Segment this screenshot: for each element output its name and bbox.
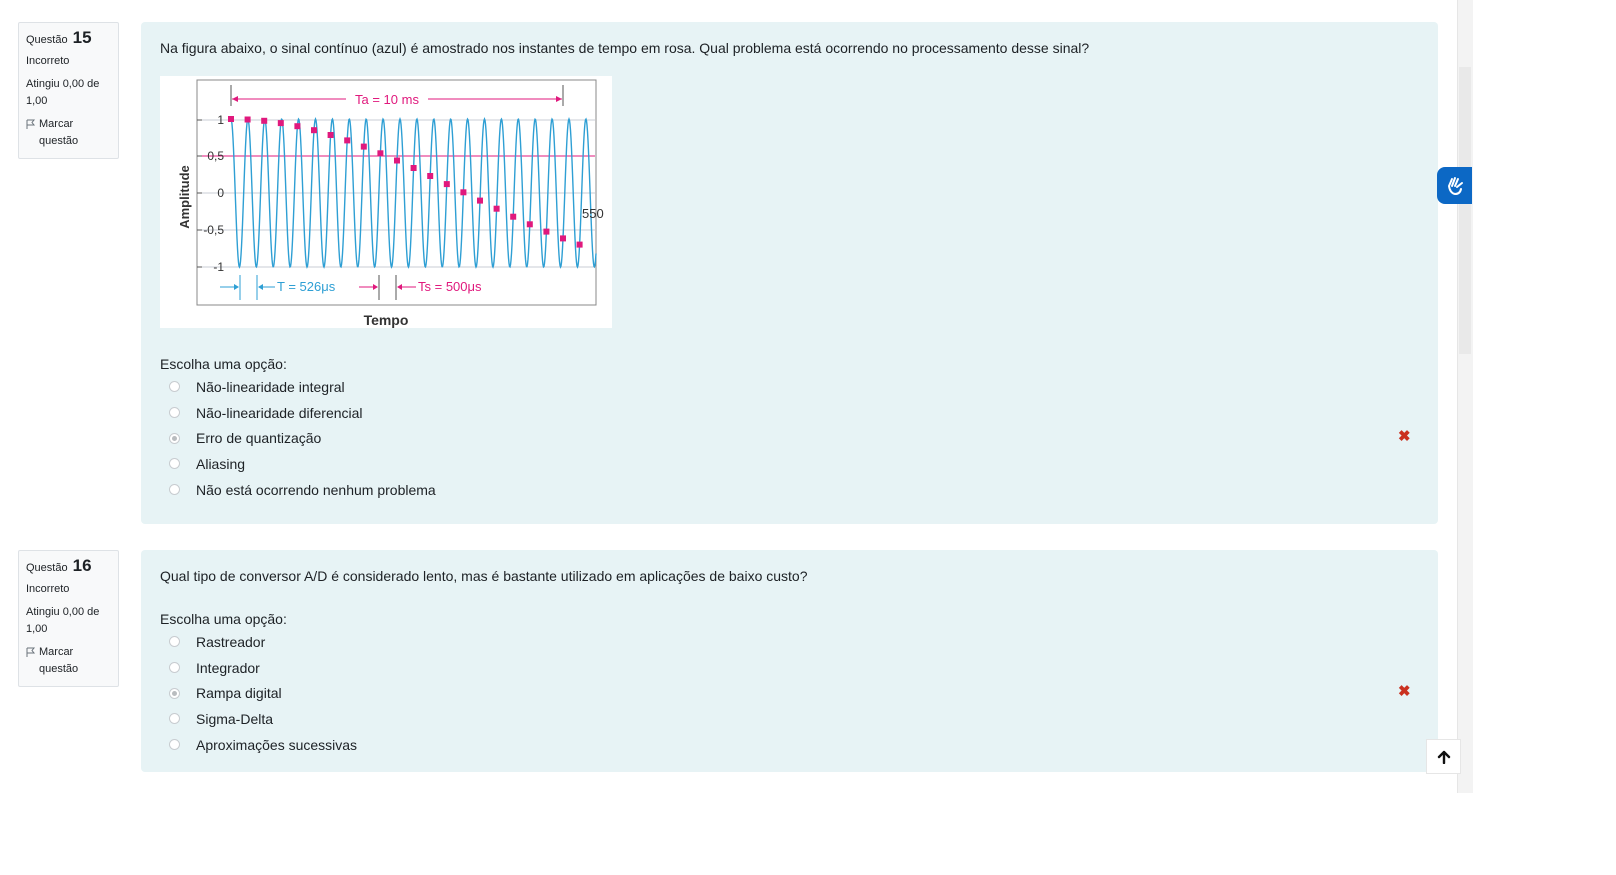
ts-label: Ts = 500μs [418,279,482,294]
answer-option-label: Integrador [196,659,260,676]
flag-question-link[interactable]: Marcar questão [26,644,111,678]
back-to-top-button[interactable] [1426,739,1461,774]
t-label: T = 526μs [277,279,336,294]
sample-point [327,132,334,138]
y-tick-label: -1 [213,260,224,274]
sample-point [576,241,583,248]
sample-point [360,143,367,150]
sample-point [560,235,566,242]
answer-option-label: Erro de quantização [196,430,322,447]
y-tick-label: 0,5 [207,149,224,163]
answer-option[interactable]: Não está ocorrendo nenhum problema [160,477,1419,503]
sample-point [410,165,417,171]
sample-point [294,123,301,130]
end-label: 550 [582,206,604,221]
sample-point [244,116,251,123]
sample-point [460,189,467,196]
question-info-15: Questão 15 Incorreto Atingiu 0,00 de 1,0… [18,22,119,159]
x-axis-label: Tempo [364,312,409,328]
radio-button[interactable] [169,458,180,470]
y-axis-label: Amplitude [177,165,192,229]
sample-point [427,173,434,179]
signal-figure: 1 0,5 0 -0,5 -1 Ta = 10 ms T = 526μs Ts = 50… [160,76,612,328]
answer-option[interactable]: Sigma-Delta [160,706,1419,732]
sample-point [443,181,450,188]
question-text: Qual tipo de conversor A/D é considerado… [160,568,808,584]
sample-point [261,117,268,124]
answer-options: Rastreador Integrador Rampa digital ✖ Sigma-… [160,629,1419,757]
sample-point [277,120,284,127]
radio-button[interactable] [169,739,180,751]
sample-point [394,157,400,164]
arrow-up-icon [1437,750,1450,764]
sample-point [526,221,533,228]
radio-button[interactable] [169,432,180,444]
radio-button[interactable] [169,662,180,674]
question-state: Incorreto [26,583,70,595]
question-state: Incorreto [26,55,70,67]
answer-option-label: Não está ocorrendo nenhum problema [196,481,436,498]
answer-option-label: Rastreador [196,633,266,650]
hand-sign-icon [1447,176,1463,195]
sample-point [510,213,517,220]
sample-point [477,197,483,204]
answer-option-label: Sigma-Delta [196,710,274,727]
scrollbar-thumb[interactable] [1459,67,1471,354]
radio-button[interactable] [169,687,180,699]
y-tick-label: 1 [217,113,224,127]
answer-option-label: Aproximações sucessivas [196,736,358,753]
sample-point [344,137,351,144]
sample-point [377,150,384,157]
cross-icon: ✖ [1398,428,1411,446]
answer-option[interactable]: Não-linearidade integral [160,374,1419,400]
answer-option-label: Não-linearidade diferencial [196,404,363,421]
question-grade: Atingiu 0,00 de 1,00 [26,606,100,635]
answer-option-label: Rampa digital [196,685,282,702]
answer-option[interactable]: Aliasing [160,451,1419,477]
radio-button[interactable] [169,713,180,725]
answer-option-label: Não-linearidade integral [196,378,345,395]
sample-point [311,127,317,134]
answer-option-label: Aliasing [196,455,246,472]
question-16-content: Qual tipo de conversor A/D é considerado… [141,550,1438,772]
radio-button[interactable] [169,381,180,393]
answer-option[interactable]: Integrador [160,655,1419,681]
question-number: Questão 16 [26,556,92,575]
question-text: Na figura abaixo, o sinal contínuo (azul… [160,40,1090,56]
question-number: Questão 15 [26,28,92,47]
answer-options: Não-linearidade integral Não-linearidade … [160,374,1419,502]
flag-icon [26,119,36,129]
answer-option[interactable]: Erro de quantização ✖ [160,425,1419,451]
radio-button[interactable] [169,484,180,496]
answer-option[interactable]: Rampa digital ✖ [160,680,1419,706]
y-tick-label: -0,5 [203,223,224,237]
options-prompt: Escolha uma opção: [160,356,287,372]
ta-label: Ta = 10 ms [355,92,419,107]
radio-button[interactable] [169,407,180,419]
flag-icon [26,647,36,657]
answer-option[interactable]: Rastreador [160,629,1419,655]
accessibility-button[interactable] [1437,167,1472,204]
options-prompt: Escolha uma opção: [160,611,287,627]
cross-icon: ✖ [1398,683,1411,701]
y-tick-label: 0 [217,186,224,200]
sample-point [543,228,550,235]
question-15-content: Na figura abaixo, o sinal contínuo (azul… [141,22,1438,524]
flag-question-link[interactable]: Marcar questão [26,116,111,150]
sampling-chart: 1 0,5 0 -0,5 -1 Ta = 10 ms T = 526μs Ts = 50… [177,79,604,328]
question-info-16: Questão 16 Incorreto Atingiu 0,00 de 1,0… [18,550,119,687]
sample-point [493,205,500,212]
answer-option[interactable]: Não-linearidade diferencial [160,400,1419,426]
sample-point [228,116,234,122]
answer-option[interactable]: Aproximações sucessivas [160,732,1419,758]
question-grade: Atingiu 0,00 de 1,00 [26,78,100,107]
radio-button[interactable] [169,636,180,648]
